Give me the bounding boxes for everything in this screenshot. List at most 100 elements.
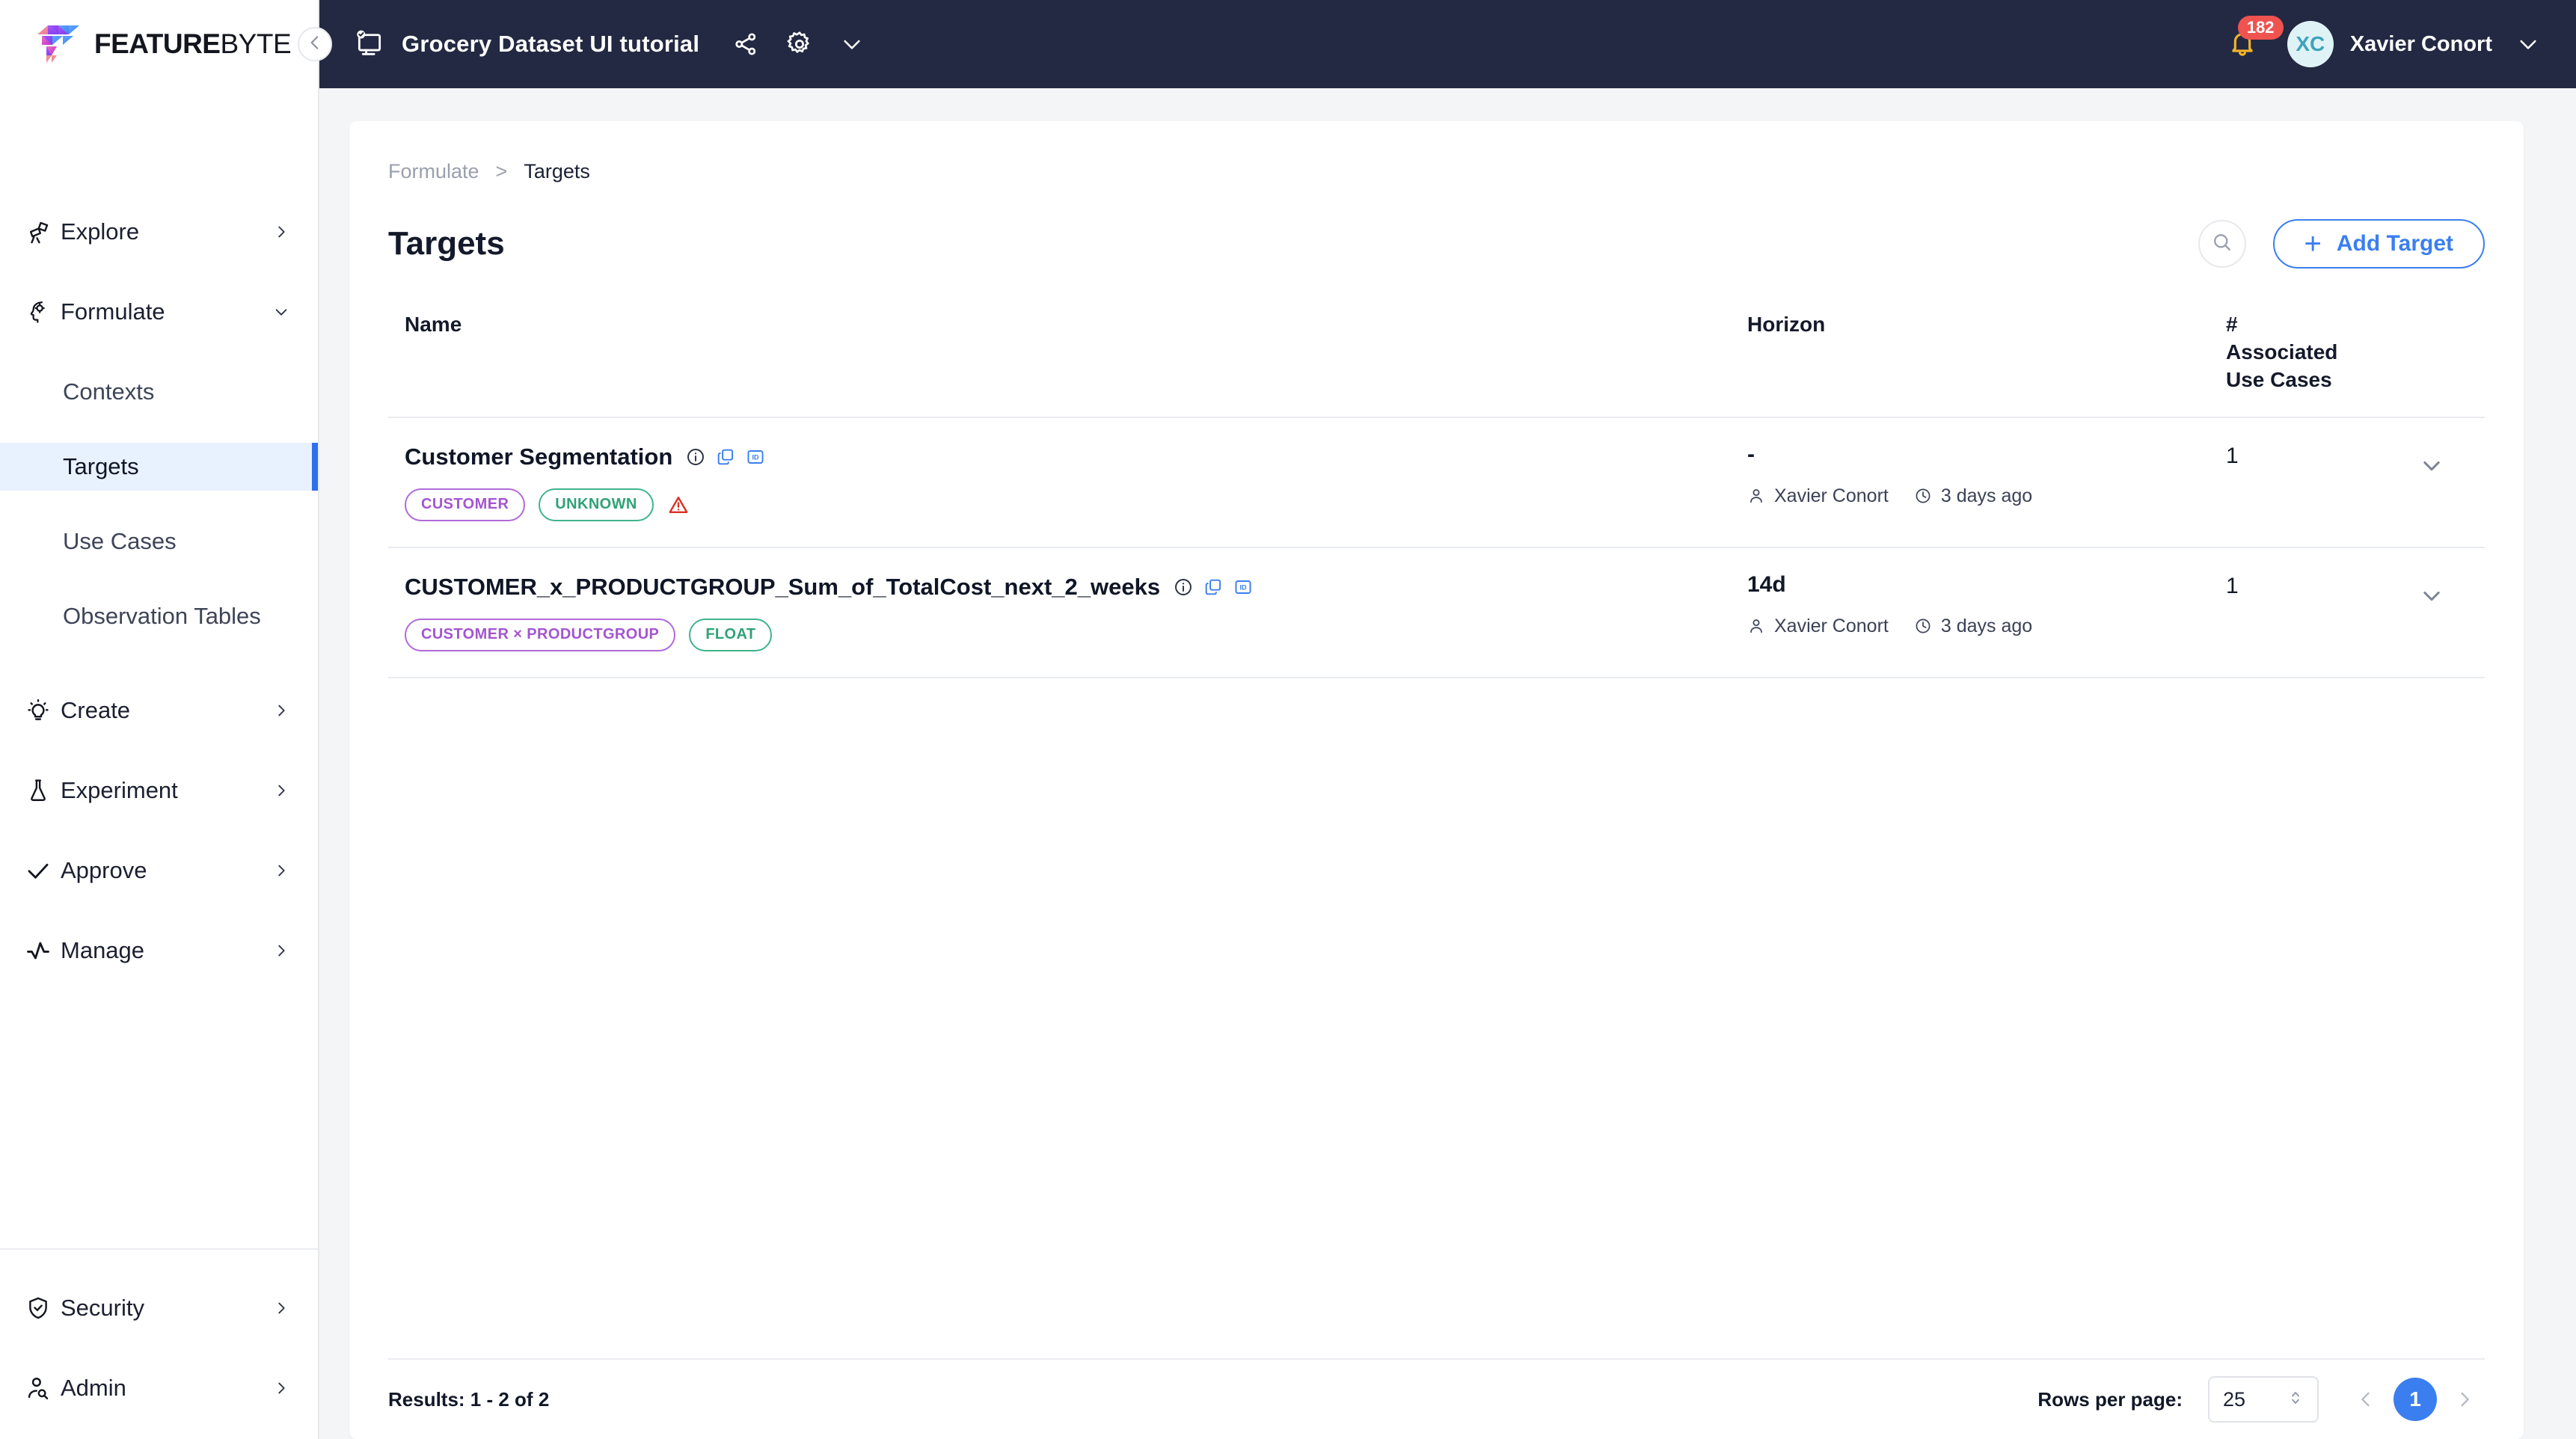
column-header-horizon[interactable]: Horizon [1747,289,2226,418]
sidebar-item-observation-tables[interactable]: Observation Tables [0,592,318,640]
sidebar-item-explore[interactable]: Explore [0,208,318,256]
user-icon [1750,619,1762,633]
workspace-title: Grocery Dataset UI tutorial [402,31,700,57]
sidebar-item-label: Manage [61,937,145,963]
row-expand-chevron-down-icon[interactable] [2419,583,2444,608]
row-expand-chevron-down-icon[interactable] [2419,452,2444,478]
activity-icon [25,938,57,963]
sidebar-item-approve[interactable]: Approve [0,847,318,895]
page-number-1[interactable]: 1 [2393,1378,2437,1421]
dtype-tag: UNKNOWN [539,488,654,521]
table-header-row: Name Horizon # Associated Use Cases [388,289,2485,418]
brand-logo[interactable]: FEATUREBYTE [0,0,318,88]
uc-header-line1: # [2226,313,2238,336]
sidebar-item-label: Admin [61,1375,126,1401]
user-icon [1750,489,1762,503]
updated: 3 days ago [1914,616,2032,637]
target-name[interactable]: Customer Segmentation [405,444,672,470]
warning-triangle-icon[interactable] [667,494,690,516]
table-row[interactable]: Customer Segmentation ID CUSTOMER UNKNOW… [388,417,2485,548]
head-gear-icon [25,299,57,325]
notifications-button[interactable]: 182 [2227,15,2284,61]
rows-per-page-select[interactable]: 25 [2208,1376,2319,1423]
target-name-row: CUSTOMER_x_PRODUCTGROUP_Sum_of_TotalCost… [405,574,1747,601]
sidebar-item-manage[interactable]: Manage [0,927,318,975]
table-row[interactable]: CUSTOMER_x_PRODUCTGROUP_Sum_of_TotalCost… [388,547,2485,678]
cell-horizon: - Xavier Conort 3 days ago [1747,417,2226,548]
featurebyte-logo-icon [36,24,82,64]
user-name: Xavier Conort [2349,31,2492,56]
search-button[interactable] [2198,220,2246,268]
sidebar-item-label: Formulate [61,298,165,325]
sidebar-item-label: Create [61,697,131,723]
sidebar-item-security[interactable]: Security [0,1284,318,1332]
chevron-right-icon [273,862,289,879]
column-header-use-cases[interactable]: # Associated Use Cases [2226,289,2379,418]
chevron-right-icon [273,224,289,240]
flask-icon [25,778,57,803]
author: Xavier Conort [1747,485,1889,507]
horizon-value: - [1747,441,1755,467]
tag-list: CUSTOMER UNKNOWN [405,488,1747,521]
target-name[interactable]: CUSTOMER_x_PRODUCTGROUP_Sum_of_TotalCost… [405,574,1160,601]
dtype-tag: FLOAT [689,618,773,651]
sidebar-item-label: Security [61,1295,144,1321]
sidebar-collapse-button[interactable] [298,27,332,61]
add-target-button[interactable]: + Add Target [2272,219,2485,269]
chevron-down-icon [273,304,289,320]
sidebar-item-use-cases[interactable]: Use Cases [0,518,318,565]
column-header-expand [2379,289,2485,418]
next-page-chevron-right-icon[interactable] [2444,1379,2485,1420]
info-circle-icon[interactable] [1174,577,1193,597]
copy-icon[interactable] [716,447,735,467]
clock-icon [1916,619,1931,633]
sidebar-item-label: Approve [61,857,147,883]
sidebar-item-create[interactable]: Create [0,687,318,734]
table-footer: Results: 1 - 2 of 2 Rows per page: 25 1 [388,1358,2485,1439]
id-badge-icon[interactable]: ID [746,447,765,467]
horizon-value: 14d [1747,571,1786,597]
avatar[interactable]: XC [2287,21,2334,67]
topbar-right-cluster: 182 XC Xavier Conort [2227,0,2540,88]
use-cases-count: 1 [2226,443,2239,468]
user-search-icon [25,1375,57,1401]
prev-page-chevron-left-icon[interactable] [2346,1379,2386,1420]
search-icon [2211,231,2233,257]
cell-use-cases: 1 [2226,547,2379,678]
copy-icon[interactable] [1203,577,1223,597]
column-header-name[interactable]: Name [388,289,1747,418]
targets-table-wrapper: Name Horizon # Associated Use Cases Cust… [349,269,2524,1358]
chevron-right-icon [273,702,289,719]
breadcrumb-parent[interactable]: Formulate [388,160,479,183]
sidebar-item-admin[interactable]: Admin [0,1364,318,1412]
id-badge-icon[interactable]: ID [1233,577,1253,597]
updated-time: 3 days ago [1940,485,2033,506]
sidebar-item-targets[interactable]: Targets [0,443,318,491]
chevron-down-icon[interactable] [840,32,864,56]
targets-panel: Formulate > Targets Targets + Add Target [349,121,2524,1439]
page-title: Targets [388,225,505,262]
shield-check-icon [25,1295,57,1321]
sidebar-item-label: Targets [63,453,139,479]
rows-per-page-label: Rows per page: [2037,1387,2183,1411]
target-name-row: Customer Segmentation ID [405,444,1747,470]
sidebar-item-experiment[interactable]: Experiment [0,767,318,814]
cell-expand [2379,547,2485,678]
cell-name: CUSTOMER_x_PRODUCTGROUP_Sum_of_TotalCost… [388,547,1747,678]
sidebar-item-label: Use Cases [63,528,177,554]
content-area: Formulate > Targets Targets + Add Target [319,88,2576,1439]
sidebar-item-contexts[interactable]: Contexts [0,368,318,416]
svg-text:ID: ID [752,453,760,461]
info-circle-icon[interactable] [686,447,705,467]
results-count: Results: 1 - 2 of 2 [388,1387,550,1411]
gear-icon[interactable] [786,31,813,58]
user-menu-chevron-down-icon[interactable] [2516,32,2540,56]
share-icon[interactable] [732,31,759,58]
sidebar-bottom-nav: Security Admin [0,1248,318,1439]
check-icon [25,858,57,883]
chevron-left-icon [305,33,325,56]
chevron-right-icon [273,942,289,959]
chevron-updown-icon [2287,1388,2304,1411]
sidebar-item-formulate[interactable]: Formulate [0,288,318,336]
